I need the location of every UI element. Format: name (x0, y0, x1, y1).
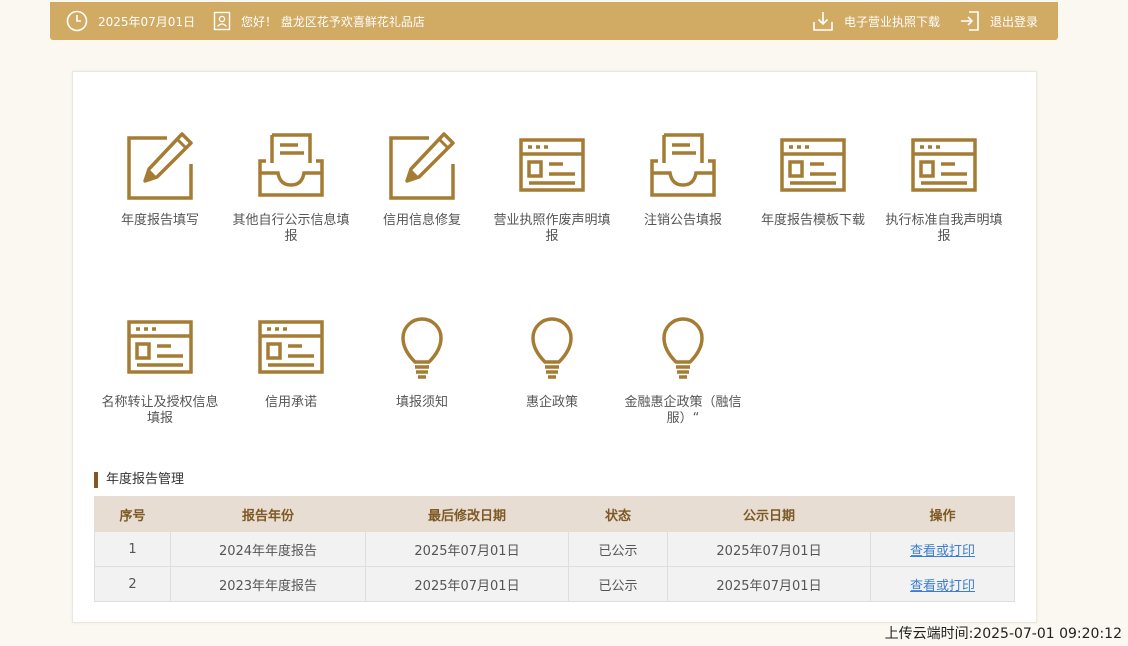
tile-label: 信用信息修复 (382, 213, 461, 228)
edit-icon (389, 132, 455, 200)
form-icon (127, 320, 193, 374)
cell-action: 查看或打印 (870, 531, 1015, 567)
tile-name-transfer[interactable]: 名称转让及授权信息填报 (94, 307, 226, 427)
upload-time: 上传云端时间:2025-07-01 09:20:12 (884, 626, 1122, 642)
edit-icon (127, 132, 193, 200)
tile-label: 惠企政策 (525, 395, 578, 410)
tile-credit-commitment[interactable]: 信用承诺 (225, 307, 357, 411)
download-license-label: 电子营业执照下载 (844, 14, 941, 29)
form-icon (519, 138, 585, 192)
logout-icon (961, 11, 979, 31)
tile-finance-policy[interactable]: 金融惠企政策（融信服）“ (617, 307, 749, 427)
bulb-icon (662, 317, 704, 379)
tile-license-void[interactable]: 营业执照作废声明填报 (486, 125, 618, 245)
column-header: 公示日期 (667, 496, 871, 532)
form-icon (780, 138, 846, 192)
tile-cancellation-notice[interactable]: 注销公告填报 (617, 125, 749, 229)
tile-label: 名称转让及授权信息填报 (101, 395, 219, 426)
tile-credit-repair[interactable]: 信用信息修复 (356, 125, 488, 229)
form-icon (911, 138, 977, 192)
cell-no: 2 (94, 566, 171, 602)
column-header: 操作 (870, 496, 1015, 532)
cell-published: 2025年07月01日 (667, 531, 871, 567)
logout-button[interactable]: 退出登录 (960, 2, 1038, 40)
table-header-row: 序号 报告年份 最后修改日期 状态 公示日期 操作 (94, 496, 1015, 532)
bulb-icon (531, 317, 573, 379)
column-header: 序号 (94, 496, 171, 532)
cell-status: 已公示 (568, 566, 668, 602)
top-bar: 2025年07月01日 您好！ 盘龙区花予欢喜鲜花礼品店 电子营业执照下载 退出… (50, 2, 1058, 40)
bulb-icon (401, 317, 443, 379)
cell-no: 1 (94, 531, 171, 567)
table-row: 1 2024年年度报告 2025年07月01日 已公示 2025年07月01日 … (94, 531, 1015, 567)
greeting-text: 您好！ 盘龙区花予欢喜鲜花礼品店 (241, 14, 425, 29)
tile-other-disclosure[interactable]: 其他自行公示信息填报 (225, 125, 357, 245)
column-header: 报告年份 (170, 496, 366, 532)
cell-action: 查看或打印 (870, 566, 1015, 602)
table-row: 2 2023年年度报告 2025年07月01日 已公示 2025年07月01日 … (94, 566, 1015, 602)
tile-label: 其他自行公示信息填报 (232, 213, 350, 244)
form-icon (258, 320, 324, 374)
inbox-icon (258, 133, 324, 197)
date-text: 2025年07月01日 (98, 14, 196, 29)
tile-label: 营业执照作废声明填报 (493, 213, 611, 244)
tile-filing-notes[interactable]: 填报须知 (356, 307, 488, 411)
cell-year: 2024年年度报告 (170, 531, 366, 567)
tile-standard-declaration[interactable]: 执行标准自我声明填报 (878, 125, 1010, 245)
download-icon (813, 12, 833, 31)
view-print-link[interactable]: 查看或打印 (910, 544, 975, 559)
column-header: 最后修改日期 (365, 496, 569, 532)
tile-annual-report-fill[interactable]: 年度报告填写 (94, 125, 226, 229)
section-title: 年度报告管理 (94, 472, 184, 488)
tile-label: 执行标准自我声明填报 (885, 213, 1003, 244)
column-header: 状态 (568, 496, 668, 532)
cell-modified: 2025年07月01日 (365, 566, 569, 602)
annual-report-table: 序号 报告年份 最后修改日期 状态 公示日期 操作 1 2024年年度报告 20… (94, 496, 1015, 602)
view-print-link[interactable]: 查看或打印 (910, 579, 975, 594)
logout-label: 退出登录 (990, 14, 1039, 29)
tile-business-policy[interactable]: 惠企政策 (486, 307, 618, 411)
clock-icon (66, 10, 88, 32)
cell-year: 2023年年度报告 (170, 566, 366, 602)
tile-label: 年度报告模板下载 (760, 213, 865, 228)
cell-status: 已公示 (568, 531, 668, 567)
date-display: 2025年07月01日 (66, 2, 195, 40)
greeting: 您好！ 盘龙区花予欢喜鲜花礼品店 (213, 2, 425, 40)
cell-modified: 2025年07月01日 (365, 531, 569, 567)
tile-template-download[interactable]: 年度报告模板下载 (747, 125, 879, 229)
tile-label: 金融惠企政策（融信服）“ (624, 395, 742, 426)
tile-label: 信用承诺 (264, 395, 317, 410)
tile-label: 填报须知 (395, 395, 448, 410)
download-license-button[interactable]: 电子营业执照下载 (812, 2, 940, 40)
tile-label: 年度报告填写 (120, 213, 199, 228)
inbox-icon (650, 133, 716, 197)
tile-label: 注销公告填报 (643, 213, 722, 228)
cell-published: 2025年07月01日 (667, 566, 871, 602)
user-badge-icon (213, 11, 231, 31)
